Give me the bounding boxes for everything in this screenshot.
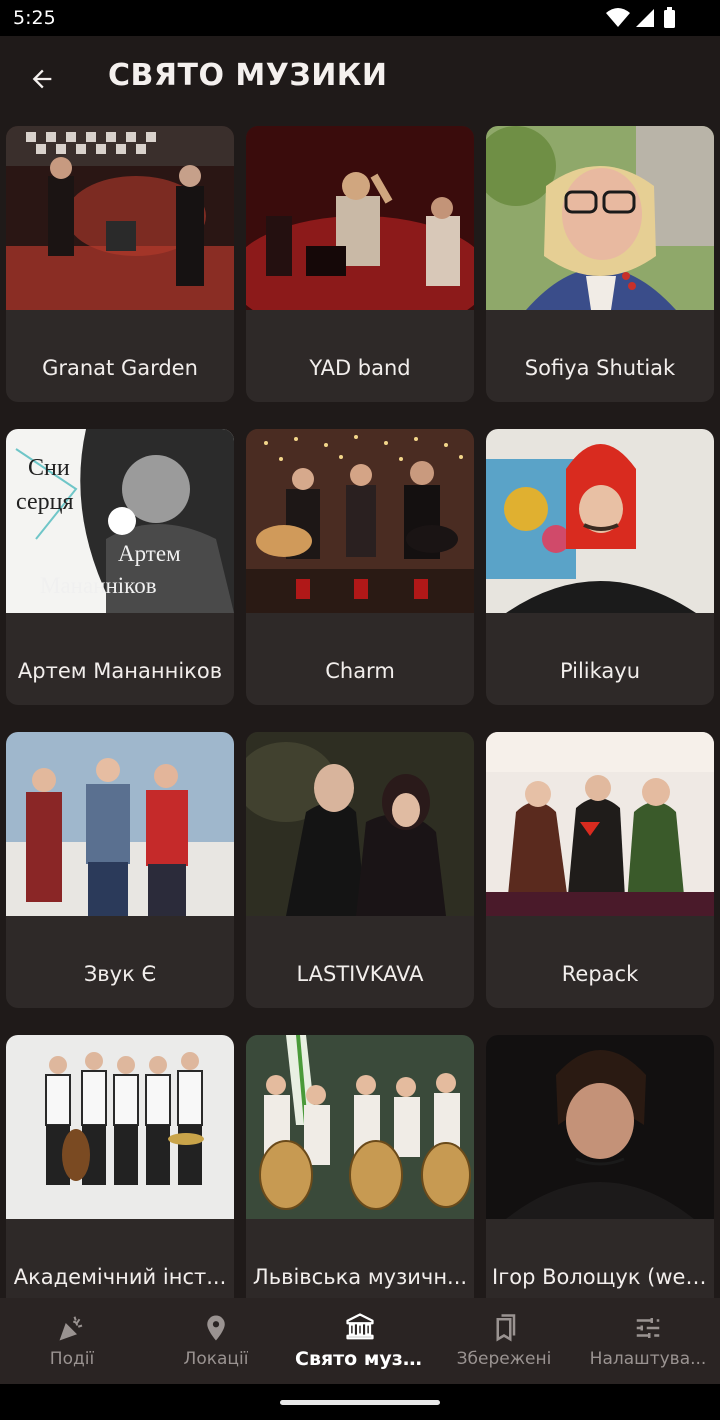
nav-item-locations[interactable]: Локації bbox=[144, 1298, 288, 1384]
artist-name: Звук Є bbox=[83, 962, 157, 986]
artist-name: Repack bbox=[561, 962, 639, 986]
nav-item-settings[interactable]: Налаштува... bbox=[576, 1298, 720, 1384]
artist-card[interactable]: Granat Garden bbox=[6, 126, 234, 402]
artist-card[interactable]: Сни серця Артем Мананніков Артем Мананні… bbox=[6, 429, 234, 705]
location-pin-icon bbox=[207, 1315, 225, 1341]
artist-photo bbox=[486, 429, 714, 613]
page-title: СВЯТО МУЗИКИ bbox=[108, 58, 388, 93]
artist-card[interactable]: Pilikayu bbox=[486, 429, 714, 705]
cover-text: Артем bbox=[118, 541, 181, 566]
artist-photo bbox=[486, 732, 714, 916]
celebration-icon bbox=[59, 1316, 83, 1341]
cover-text: серця bbox=[16, 489, 73, 515]
arrow-back-icon bbox=[32, 69, 52, 89]
wifi-icon bbox=[606, 8, 630, 27]
artist-card[interactable]: Charm bbox=[246, 429, 474, 705]
artist-name: Львівська музичн... bbox=[252, 1265, 468, 1289]
cover-text: Сни bbox=[28, 455, 70, 481]
sliders-icon bbox=[636, 1318, 660, 1338]
artist-card[interactable]: Львівська музичн... bbox=[246, 1035, 474, 1298]
nav-item-saved[interactable]: Збережені bbox=[432, 1298, 576, 1384]
home-indicator[interactable] bbox=[280, 1400, 440, 1405]
artist-name: Академічний інст... bbox=[13, 1265, 227, 1289]
artist-card[interactable]: Repack bbox=[486, 732, 714, 1008]
museum-icon bbox=[346, 1313, 374, 1340]
nav-label: Налаштува... bbox=[589, 1349, 707, 1369]
nav-item-events[interactable]: Події bbox=[0, 1298, 144, 1384]
nav-label: Події bbox=[49, 1349, 95, 1369]
artist-photo bbox=[6, 1035, 234, 1219]
artist-photo bbox=[246, 429, 474, 613]
gesture-area bbox=[0, 1384, 720, 1420]
artist-name: Sofiya Shutiak bbox=[524, 356, 676, 380]
artist-photo bbox=[246, 732, 474, 916]
artist-card[interactable]: Sofiya Shutiak bbox=[486, 126, 714, 402]
artist-name: YAD band bbox=[309, 356, 411, 380]
signal-icon bbox=[636, 9, 654, 27]
artist-card[interactable]: Академічний інст... bbox=[6, 1035, 234, 1298]
nav-label: Свято музики bbox=[295, 1348, 425, 1370]
artist-photo bbox=[486, 126, 714, 310]
artist-name: Ігор Волощук (wer... bbox=[492, 1265, 713, 1289]
artist-card[interactable]: LASTIVKAVA bbox=[246, 732, 474, 1008]
battery-icon bbox=[664, 7, 675, 28]
nav-item-music-festival[interactable]: Свято музики bbox=[288, 1298, 432, 1384]
status-bar: 5:25 bbox=[0, 0, 720, 36]
bottom-navigation: Події Локації Свято музики Збережені Нал… bbox=[0, 1298, 720, 1384]
artist-card[interactable]: Звук Є bbox=[6, 732, 234, 1008]
artist-photo bbox=[6, 126, 234, 310]
artist-name: Granat Garden bbox=[42, 356, 198, 380]
nav-label: Локації bbox=[183, 1349, 249, 1369]
artist-card[interactable]: YAD band bbox=[246, 126, 474, 402]
nav-label: Збережені bbox=[456, 1349, 552, 1369]
artist-photo: Сни серця Артем Мананніков bbox=[6, 429, 234, 613]
status-icons bbox=[606, 7, 680, 29]
status-time: 5:25 bbox=[13, 7, 56, 29]
artist-grid: Granat Garden YAD band Sofiya Shutiak Сн… bbox=[0, 126, 720, 1298]
artist-name: Charm bbox=[325, 659, 395, 683]
cover-text: Мананніков bbox=[40, 573, 157, 598]
artist-name: Pilikayu bbox=[559, 659, 641, 683]
app-bar: СВЯТО МУЗИКИ bbox=[0, 36, 720, 122]
artist-photo bbox=[486, 1035, 714, 1219]
artist-photo bbox=[246, 1035, 474, 1219]
artist-photo bbox=[246, 126, 474, 310]
artist-name: Артем Мананніков bbox=[17, 659, 223, 683]
artist-card[interactable]: Ігор Волощук (wer... bbox=[486, 1035, 714, 1298]
artist-name: LASTIVKAVA bbox=[296, 962, 424, 986]
artist-photo bbox=[6, 732, 234, 916]
back-button[interactable] bbox=[18, 58, 66, 100]
bookmarks-icon bbox=[496, 1314, 516, 1342]
